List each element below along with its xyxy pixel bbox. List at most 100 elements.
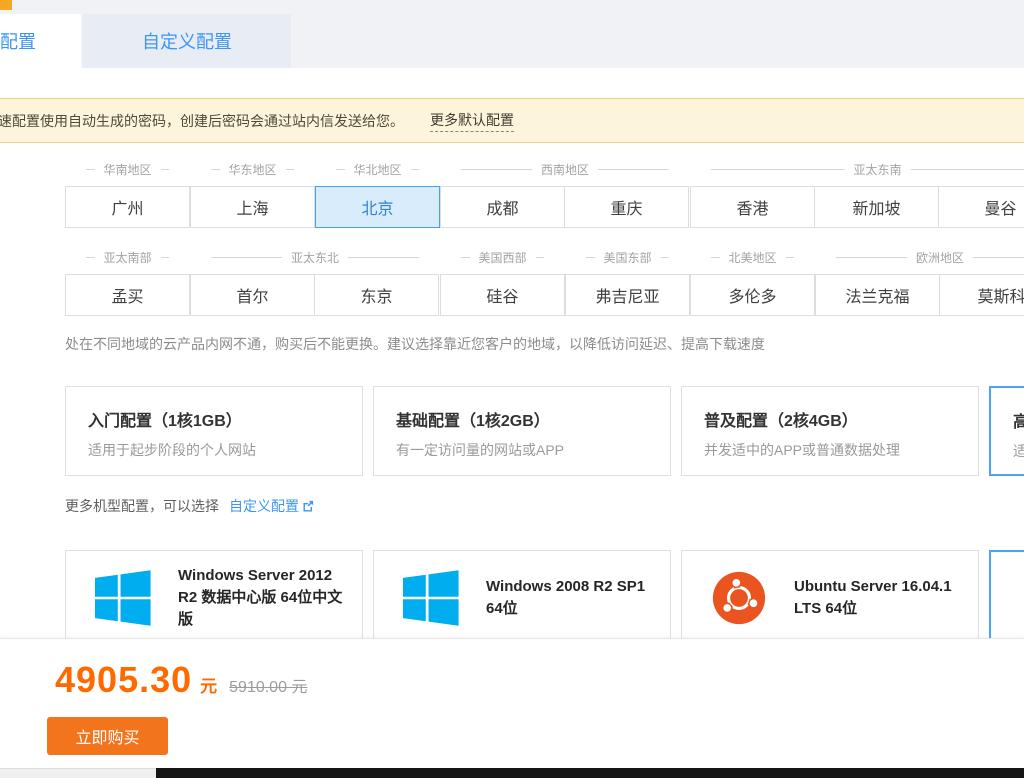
dash-line — [336, 169, 345, 170]
external-link-icon — [302, 500, 314, 512]
tab-quick-config[interactable]: 快速配置 — [0, 14, 81, 68]
region-group-buttons: 弗吉尼亚 — [565, 274, 690, 316]
region-button[interactable]: 成都 — [440, 186, 565, 228]
dash-line — [411, 169, 420, 170]
region-group-label-text: 华南地区 — [104, 161, 152, 178]
tab-custom-config[interactable]: 自定义配置 — [83, 14, 291, 68]
region-group-buttons: 成都重庆 — [440, 186, 690, 228]
region-group: 华南地区广州 — [65, 158, 190, 228]
config-card[interactable]: 高适 — [989, 386, 1024, 476]
os-card[interactable]: Ubuntu Server 16.04.1 LTS 64位 — [681, 550, 979, 646]
region-group-label: 亚太东北 — [190, 246, 440, 268]
os-card[interactable]: Windows 2008 R2 SP1 64位 — [373, 550, 671, 646]
config-card-desc: 并发适中的APP或普通数据处理 — [704, 440, 956, 460]
region-group-buttons: 首尔东京 — [190, 274, 440, 316]
dash-line — [286, 169, 295, 170]
currency-unit: 元 — [200, 672, 217, 697]
original-price: 5910.00 元 — [229, 673, 307, 697]
dash-line — [461, 257, 470, 258]
buy-now-button[interactable]: 立即购买 — [47, 717, 168, 755]
region-button[interactable]: 莫斯科 — [939, 274, 1024, 316]
config-card[interactable]: 基础配置（1核2GB） 有一定访问量的网站或APP — [373, 386, 671, 476]
more-default-config-link[interactable]: 更多默认配置 — [430, 110, 514, 132]
more-config-text: 更多机型配置，可以选择 — [65, 496, 219, 516]
config-card[interactable]: 普及配置（2核4GB） 并发适中的APP或普通数据处理 — [681, 386, 979, 476]
dash-line — [598, 169, 669, 170]
os-card-title: Ubuntu Server 16.04.1 LTS 64位 — [794, 576, 964, 620]
region-group: 美国东部弗吉尼亚 — [565, 246, 690, 316]
region-group-label-text: 北美地区 — [729, 249, 777, 266]
region-group-label-text: 华北地区 — [354, 161, 402, 178]
tab-quick-config-label: 快速配置 — [0, 28, 36, 54]
region-button[interactable]: 首尔 — [190, 274, 315, 316]
region-group: 亚太南部孟买 — [65, 246, 190, 316]
centos-logo — [1017, 569, 1024, 627]
corner-marker — [0, 0, 12, 10]
config-card-title: 普及配置（2核4GB） — [704, 407, 956, 431]
notice-text: 快速配置使用自动生成的密码，创建后密码会通过站内信发送给您。 — [0, 111, 404, 131]
price-row: 4905.30 元 5910.00 元 — [55, 659, 1024, 701]
dash-line — [661, 257, 670, 258]
os-card[interactable] — [989, 550, 1024, 646]
windows-logo — [400, 569, 462, 627]
dash-line — [348, 257, 419, 258]
region-button[interactable]: 硅谷 — [440, 274, 565, 316]
dash-line — [161, 257, 170, 258]
region-button[interactable]: 法兰克福 — [815, 274, 940, 316]
region-group-label: 西南地区 — [440, 158, 690, 180]
config-card-row: 入门配置（1核1GB） 适用于起步阶段的个人网站 基础配置（1核2GB） 有一定访问量… — [65, 386, 1024, 476]
region-button[interactable]: 东京 — [314, 274, 439, 316]
current-price: 4905.30 — [55, 659, 192, 701]
region-group-label-text: 西南地区 — [541, 161, 589, 178]
region-button[interactable]: 上海 — [190, 186, 315, 228]
config-card[interactable]: 入门配置（1核1GB） 适用于起步阶段的个人网站 — [65, 386, 363, 476]
region-group-label: 华南地区 — [65, 158, 190, 180]
dash-line — [211, 257, 282, 258]
os-card[interactable]: Windows Server 2012 R2 数据中心版 64位中文版 — [65, 550, 363, 646]
bottom-strip-dark — [156, 768, 1024, 778]
os-card-title: Windows Server 2012 R2 数据中心版 64位中文版 — [178, 565, 348, 630]
region-button[interactable]: 香港 — [690, 186, 815, 228]
region-row-1: 华南地区广州华东地区上海 华北地区北京 西南地区成都重庆 亚太东南香港新加坡曼谷 — [65, 158, 1024, 228]
region-group-label-text: 亚太东南 — [854, 161, 902, 178]
region-group: 华东地区上海 — [190, 158, 315, 228]
windows-logo — [92, 569, 154, 627]
region-group-label: 美国东部 — [565, 246, 690, 268]
custom-config-link-label: 自定义配置 — [229, 496, 299, 516]
region-row-2: 亚太南部孟买亚太东北首尔东京美国西部硅谷美国东部弗吉尼亚北美地区多伦多欧洲地区法… — [65, 246, 1024, 316]
region-button[interactable]: 多伦多 — [690, 274, 815, 316]
bottom-strip — [0, 768, 1024, 778]
region-button[interactable]: 北京 — [315, 186, 440, 228]
region-button[interactable]: 广州 — [65, 186, 190, 228]
region-group-buttons: 多伦多 — [690, 274, 815, 316]
region-group-label-text: 亚太南部 — [104, 249, 152, 266]
region-group-label: 北美地区 — [690, 246, 815, 268]
dash-line — [536, 257, 545, 258]
region-group-buttons: 硅谷 — [440, 274, 565, 316]
dash-line — [911, 169, 1024, 170]
tab-bar: 快速配置 自定义配置 — [0, 0, 1024, 68]
dash-line — [461, 169, 532, 170]
region-group-label: 欧洲地区 — [815, 246, 1024, 268]
os-card-title: Windows 2008 R2 SP1 64位 — [486, 576, 656, 620]
custom-config-link[interactable]: 自定义配置 — [229, 496, 314, 516]
purchase-footer: 4905.30 元 5910.00 元 立即购买 — [0, 638, 1024, 768]
region-button[interactable]: 曼谷 — [938, 186, 1024, 228]
config-card-title: 高 — [1013, 408, 1024, 432]
dash-line — [161, 169, 170, 170]
ubuntu-logo — [708, 569, 770, 627]
region-group: 美国西部硅谷 — [440, 246, 565, 316]
region-button[interactable]: 弗吉尼亚 — [565, 274, 690, 316]
dash-line — [711, 169, 845, 170]
config-card-desc: 有一定访问量的网站或APP — [396, 440, 648, 460]
config-card-desc: 适用于起步阶段的个人网站 — [88, 440, 340, 460]
region-button[interactable]: 孟买 — [65, 274, 190, 316]
dash-line — [973, 257, 1024, 258]
region-group-buttons: 上海 — [190, 186, 315, 228]
config-card-title: 入门配置（1核1GB） — [88, 407, 340, 431]
region-group-buttons: 法兰克福莫斯科 — [815, 274, 1024, 316]
region-button[interactable]: 重庆 — [564, 186, 689, 228]
region-button[interactable]: 新加坡 — [814, 186, 939, 228]
region-group-label-text: 美国西部 — [479, 249, 527, 266]
config-card-title: 基础配置（1核2GB） — [396, 407, 648, 431]
